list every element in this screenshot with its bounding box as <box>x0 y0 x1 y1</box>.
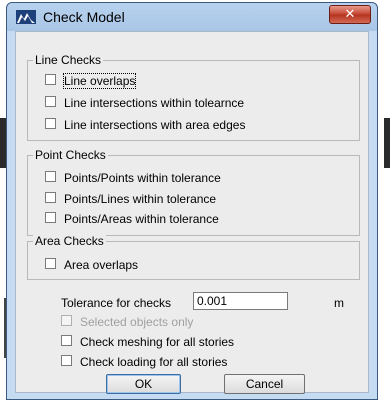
dialog-title: Check Model <box>43 9 125 25</box>
selected-objects-only-checkbox[interactable] <box>61 315 72 327</box>
selected-objects-only-label: Selected objects only <box>80 314 194 329</box>
background-window-right <box>378 0 390 405</box>
line-intersections-area-edges-option[interactable]: Line intersections with area edges <box>45 116 245 132</box>
ok-button[interactable]: OK <box>106 374 181 394</box>
points-points-checkbox[interactable] <box>45 171 56 183</box>
points-lines-option[interactable]: Points/Lines within tolerance <box>45 190 216 206</box>
area-checks-group: Area Checks Area overlaps <box>27 234 360 280</box>
points-areas-label: Points/Areas within tolerance <box>64 211 219 226</box>
points-lines-label: Points/Lines within tolerance <box>64 191 217 206</box>
line-overlaps-label: Line overlaps <box>62 72 137 89</box>
check-loading-label: Check loading for all stories <box>80 354 228 369</box>
line-intersections-area-edges-checkbox[interactable] <box>45 118 56 130</box>
line-overlaps-checkbox[interactable] <box>45 74 56 86</box>
line-overlaps-option[interactable]: Line overlaps <box>45 72 137 89</box>
check-meshing-label: Check meshing for all stories <box>80 334 235 349</box>
tolerance-label: Tolerance for checks <box>61 296 172 310</box>
app-icon <box>16 10 36 24</box>
tolerance-unit: m <box>334 296 344 310</box>
line-intersections-tolerance-checkbox[interactable] <box>45 96 56 108</box>
area-overlaps-label: Area overlaps <box>64 257 139 272</box>
line-intersections-area-edges-label: Line intersections with area edges <box>64 117 246 132</box>
area-overlaps-checkbox[interactable] <box>45 258 56 270</box>
selected-objects-only-option[interactable]: Selected objects only <box>61 313 193 329</box>
check-meshing-checkbox[interactable] <box>61 335 72 347</box>
check-loading-checkbox[interactable] <box>61 355 72 367</box>
points-areas-checkbox[interactable] <box>45 212 56 224</box>
point-checks-title: Point Checks <box>33 148 108 162</box>
check-loading-option[interactable]: Check loading for all stories <box>61 353 227 369</box>
line-checks-title: Line Checks <box>33 53 104 67</box>
point-checks-group: Point Checks Points/Points within tolera… <box>27 148 360 236</box>
cancel-button[interactable]: Cancel <box>224 374 305 394</box>
tolerance-input[interactable] <box>193 292 288 310</box>
line-checks-group: Line Checks Line overlaps Line intersect… <box>27 53 360 141</box>
points-points-label: Points/Points within tolerance <box>64 170 221 185</box>
background-edge <box>384 118 390 168</box>
points-points-option[interactable]: Points/Points within tolerance <box>45 169 221 185</box>
area-overlaps-option[interactable]: Area overlaps <box>45 256 138 272</box>
points-areas-option[interactable]: Points/Areas within tolerance <box>45 210 219 226</box>
points-lines-checkbox[interactable] <box>45 192 56 204</box>
close-icon: ✕ <box>344 7 356 22</box>
check-meshing-option[interactable]: Check meshing for all stories <box>61 333 234 349</box>
area-checks-title: Area Checks <box>33 234 106 248</box>
check-model-dialog: Check Model ✕ Line Checks Line overlaps … <box>6 2 378 400</box>
title-bar[interactable]: Check Model ✕ <box>7 3 377 31</box>
line-intersections-tolerance-option[interactable]: Line intersections within tolearnce <box>45 94 244 110</box>
close-button[interactable]: ✕ <box>329 5 371 24</box>
dialog-body: Line Checks Line overlaps Line intersect… <box>15 31 369 394</box>
line-intersections-tolerance-label: Line intersections within tolearnce <box>64 95 245 110</box>
